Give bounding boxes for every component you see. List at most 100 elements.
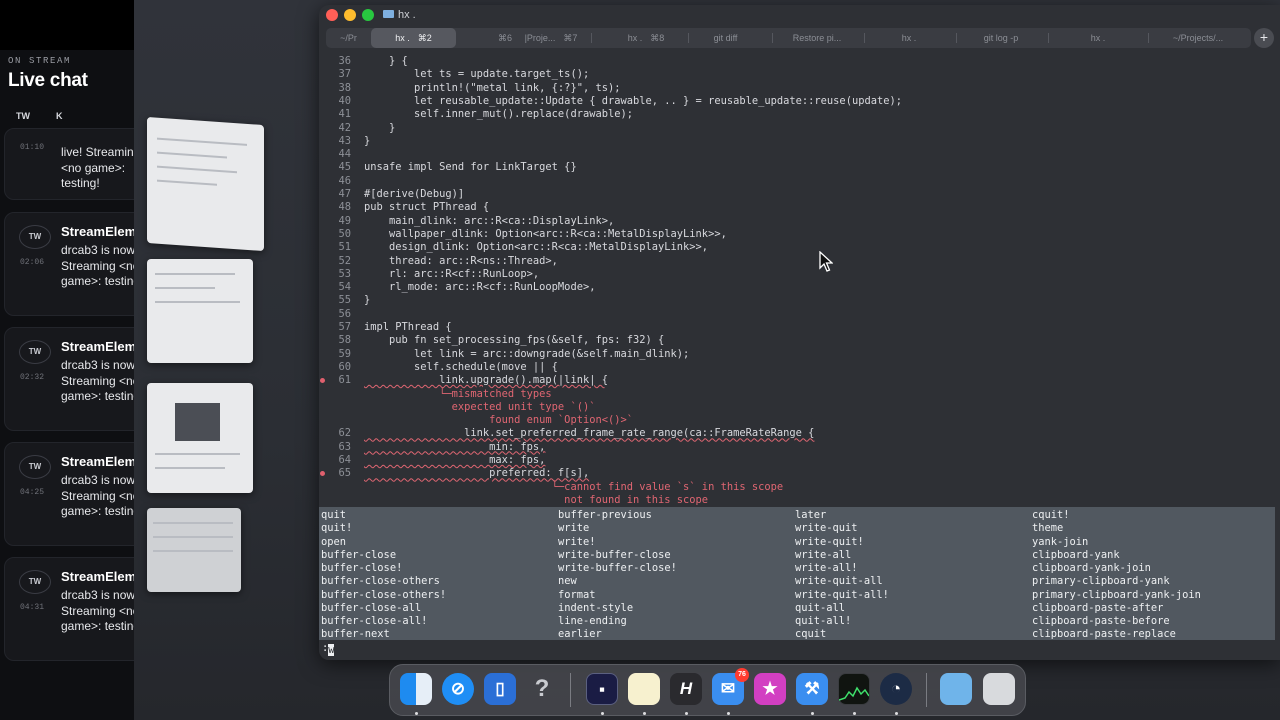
completion-item[interactable]: write-buffer-close! — [558, 562, 677, 574]
completion-item[interactable]: clipboard-yank-join — [1032, 562, 1151, 574]
completion-item[interactable]: write-quit-all! — [795, 589, 889, 601]
completion-item[interactable]: buffer-close-others — [321, 575, 440, 587]
completion-item[interactable]: write-quit! — [795, 536, 864, 548]
tab-active[interactable]: hx . ⌘2 — [371, 28, 456, 48]
downloads-folder-icon[interactable] — [940, 673, 972, 705]
completion-item[interactable]: open — [321, 536, 346, 548]
twitch-badge: TW — [19, 570, 51, 594]
chat-message: TW 02:06 StreamElem... drcab3 is now liv… — [4, 212, 134, 316]
completion-item[interactable]: write! — [558, 536, 596, 548]
completion-item[interactable]: cquit — [795, 628, 826, 640]
completion-item[interactable]: clipboard-yank — [1032, 549, 1120, 561]
line-number: 55 — [338, 294, 351, 307]
completion-item[interactable]: primary-clipboard-yank-join — [1032, 589, 1201, 601]
completion-item[interactable]: buffer-next — [321, 628, 390, 640]
completion-item[interactable]: write-buffer-close — [558, 549, 671, 561]
mail-icon[interactable]: ✉ 76 — [712, 668, 749, 705]
tab[interactable]: git log -p — [956, 28, 1046, 48]
tab[interactable]: Restore pi... — [772, 28, 862, 48]
chat-title: Live chat — [8, 70, 88, 91]
code-text: link.set_preferred_frame_rate_range(ca::… — [364, 427, 815, 440]
window-thumbnail[interactable] — [147, 383, 253, 493]
dock: ⊘ ▯ ? ▪ H ✉ 76 ★ ⚒ ◔ — [389, 664, 1026, 716]
safari-icon[interactable]: ⊘ — [442, 673, 474, 705]
message-text: drcab3 is now live! Streaming <no game>:… — [61, 588, 134, 633]
completion-item[interactable]: write-quit — [795, 522, 858, 534]
command-line[interactable]: :w — [319, 640, 1280, 660]
completion-item[interactable]: quit! — [321, 522, 352, 534]
xcode-icon[interactable]: ⚒ — [796, 673, 828, 705]
star-icon[interactable]: ★ — [754, 673, 786, 705]
message-sender: StreamElem... — [61, 454, 134, 469]
completion-item[interactable]: yank-join — [1032, 536, 1088, 548]
mouse-pointer-icon — [819, 251, 833, 272]
completion-item[interactable]: earlier — [558, 628, 602, 640]
completion-item[interactable]: indent-style — [558, 602, 633, 614]
completion-item[interactable]: clipboard-paste-after — [1032, 602, 1163, 614]
instruments-icon[interactable]: ◔ — [880, 673, 912, 705]
command-input[interactable]: w — [328, 644, 335, 656]
completion-item[interactable]: write-quit-all — [795, 575, 883, 587]
tab[interactable]: hx . ⌘8 — [601, 28, 691, 48]
completion-item[interactable]: buffer-close-others! — [321, 589, 446, 601]
message-time: 04:31 — [20, 603, 45, 612]
completion-item[interactable]: quit-all — [795, 602, 845, 614]
window-thumbnail[interactable] — [147, 508, 241, 592]
terminal-window: hx . ~/Pr hx . ⌘2 ⌘6 |Proje... ⌘7 hx . ⌘8 g… — [319, 5, 1280, 660]
line-number: 43 — [338, 134, 351, 147]
completion-item[interactable]: write-all — [795, 549, 851, 561]
line-number: 51 — [338, 241, 351, 254]
tab[interactable]: ~/Projects/... — [1148, 28, 1248, 48]
window-thumbnail[interactable] — [147, 259, 253, 363]
tab[interactable]: git diff — [688, 28, 763, 48]
line-number: 44 — [338, 148, 351, 161]
completion-item[interactable]: clipboard-paste-before — [1032, 615, 1170, 627]
tab[interactable]: |Proje... ⌘7 — [506, 28, 596, 48]
line-number: 59 — [338, 347, 351, 360]
chat-tab-twitch[interactable]: TW — [16, 111, 30, 121]
completion-item[interactable]: quit — [321, 509, 346, 521]
completion-item[interactable]: write-all! — [795, 562, 858, 574]
line-number: 50 — [338, 227, 351, 240]
completion-item[interactable]: write — [558, 522, 589, 534]
completion-item[interactable]: quit-all! — [795, 615, 851, 627]
minimize-button[interactable] — [344, 9, 356, 21]
finder-icon[interactable] — [400, 673, 432, 705]
completion-item[interactable]: later — [795, 509, 826, 521]
helix-icon[interactable]: H — [670, 673, 702, 705]
code-text: self.schedule(move || { — [364, 360, 558, 373]
completion-item[interactable]: primary-clipboard-yank — [1032, 575, 1170, 587]
tab[interactable]: ~/Pr — [326, 28, 371, 48]
completion-item[interactable]: format — [558, 589, 596, 601]
completion-item[interactable]: cquit! — [1032, 509, 1070, 521]
zoom-button[interactable] — [362, 9, 374, 21]
completion-item[interactable]: buffer-close! — [321, 562, 402, 574]
new-tab-button[interactable]: + — [1254, 28, 1274, 48]
completion-item[interactable]: buffer-close-all! — [321, 615, 427, 627]
chat-tab-kick[interactable]: K — [56, 111, 63, 121]
code-text: } — [364, 134, 371, 147]
notes-icon[interactable] — [628, 673, 660, 705]
message-sender: StreamElem... — [61, 569, 134, 584]
completion-item[interactable]: buffer-previous — [558, 509, 652, 521]
trash-icon[interactable] — [983, 673, 1015, 705]
window-thumbnail[interactable] — [147, 116, 264, 252]
code-text: └─mismatched types — [364, 387, 552, 400]
line-number: 53 — [338, 267, 351, 280]
completion-item[interactable]: line-ending — [558, 615, 627, 627]
activity-monitor-icon[interactable] — [838, 673, 870, 705]
terminal-app-icon[interactable]: ▪ — [586, 673, 618, 705]
tab[interactable]: hx . — [864, 28, 954, 48]
tab[interactable]: hx . — [1048, 28, 1148, 48]
close-button[interactable] — [326, 9, 338, 21]
line-number: 57 — [338, 321, 351, 333]
completion-item[interactable]: clipboard-paste-replace — [1032, 628, 1176, 640]
completion-item[interactable]: theme — [1032, 522, 1063, 534]
code-view[interactable]: 36 } {37 let ts = update.target_ts(); 38 … — [319, 55, 1280, 507]
help-icon[interactable]: ? — [526, 673, 558, 705]
completion-item[interactable]: new — [558, 575, 577, 587]
app-icon[interactable]: ▯ — [484, 673, 516, 705]
code-text: rl: arc::R<cf::RunLoop>, — [364, 267, 540, 280]
completion-item[interactable]: buffer-close — [321, 549, 396, 561]
completion-item[interactable]: buffer-close-all — [321, 602, 421, 614]
